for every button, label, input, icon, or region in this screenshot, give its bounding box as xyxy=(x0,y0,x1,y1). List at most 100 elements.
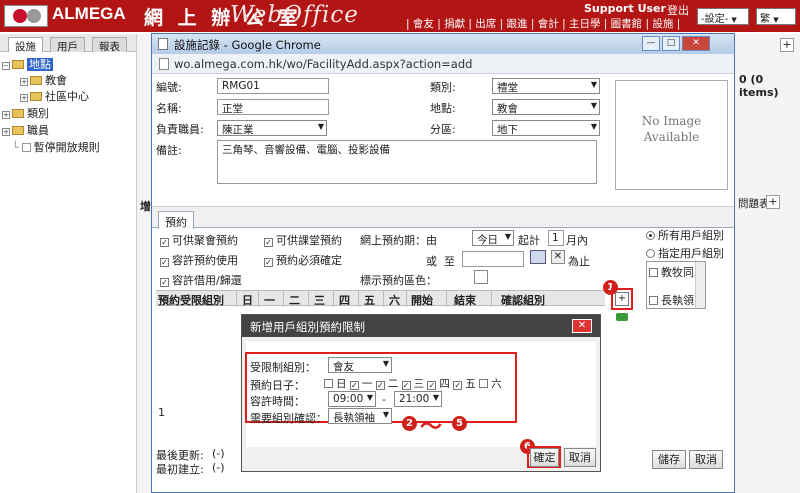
allow-use-option[interactable]: 容許預約使用 xyxy=(160,252,238,268)
day-sun[interactable]: 日 xyxy=(324,378,347,390)
close-icon[interactable]: ✕ xyxy=(682,36,710,51)
folder-icon xyxy=(30,76,42,85)
allow-borrow-option[interactable]: 容許借用/歸還 xyxy=(160,272,242,288)
group-list-scrollbar[interactable] xyxy=(695,262,705,308)
member-booking-option[interactable]: 可供聚會預約 xyxy=(160,232,238,248)
restricted-group-label: 受限制組別： xyxy=(250,361,316,374)
add-panel-button[interactable]: + xyxy=(766,195,780,209)
specified-groups-option[interactable]: 指定用戶組別 xyxy=(646,245,724,261)
period-months-field[interactable]: 1 xyxy=(548,230,564,246)
language-select[interactable]: 繁 ▼ xyxy=(756,8,796,25)
restricted-group-select[interactable]: 會友 ▼ xyxy=(328,357,392,373)
expand-icon[interactable]: + xyxy=(20,78,28,86)
member-booking-checkbox[interactable] xyxy=(160,238,169,247)
name-field[interactable]: 正堂 xyxy=(217,99,329,115)
day-thu[interactable]: 四 xyxy=(427,378,450,390)
grid-col-group: 預約受限組別 xyxy=(158,294,224,307)
group-list[interactable]: 教牧同工 長執領 xyxy=(646,261,706,309)
day-checkbox[interactable] xyxy=(401,381,411,390)
course-booking-checkbox[interactable] xyxy=(264,238,273,247)
until-date-field[interactable] xyxy=(462,251,524,267)
created-label: 最初建立: xyxy=(156,463,204,476)
folder-icon xyxy=(12,109,24,118)
green-arrow-icon[interactable] xyxy=(616,313,628,321)
settings-select[interactable]: -設定- ▼ xyxy=(697,8,749,25)
day-checkbox[interactable] xyxy=(427,381,437,390)
code-field[interactable]: RMG01 xyxy=(217,78,329,94)
dialog-title[interactable]: 新增用戶組別預約限制 xyxy=(242,315,600,337)
course-booking-option[interactable]: 可供課堂預約 xyxy=(264,232,342,248)
address-bar[interactable]: wo.almega.com.hk/wo/FacilityAdd.aspx?act… xyxy=(152,54,734,74)
add-tab-button[interactable]: + xyxy=(780,38,794,52)
chevron-down-icon: ▼ xyxy=(731,16,737,24)
expand-icon[interactable]: + xyxy=(2,111,10,119)
expand-icon[interactable]: + xyxy=(20,94,28,102)
day-checkbox[interactable] xyxy=(453,381,463,390)
clear-date-icon[interactable]: ✕ xyxy=(551,250,565,264)
allow-use-checkbox[interactable] xyxy=(160,258,169,267)
group-checkbox[interactable] xyxy=(649,268,658,277)
day-fri[interactable]: 五 xyxy=(453,378,476,390)
dialog-cancel-button[interactable]: 取消 xyxy=(564,448,596,467)
note-textarea[interactable]: 三角琴、音響設備、電腦、投影設備 xyxy=(217,140,597,184)
day-checkbox[interactable] xyxy=(349,381,359,390)
zone-select[interactable]: 地下 ▼ xyxy=(492,120,600,136)
grid-col-sat: 六 xyxy=(389,294,400,307)
grid-divider xyxy=(358,291,359,307)
day-tue[interactable]: 二 xyxy=(375,378,398,390)
tab-users[interactable]: 用戶 xyxy=(50,37,85,53)
tree-item-category[interactable]: + 類別 xyxy=(2,105,49,121)
day-mon[interactable]: 一 xyxy=(349,378,372,390)
maximize-icon[interactable]: □ xyxy=(662,36,680,51)
tree-item-staff[interactable]: + 職員 xyxy=(2,122,49,138)
url-text[interactable]: wo.almega.com.hk/wo/FacilityAdd.aspx?act… xyxy=(174,57,472,71)
day-label: 日 xyxy=(336,378,347,390)
period-from-select[interactable]: 今日 ▼ xyxy=(472,230,514,246)
color-picker-swatch[interactable] xyxy=(474,270,488,284)
tab-facility[interactable]: 設施 xyxy=(8,37,43,53)
cancel-button[interactable]: 取消 xyxy=(689,450,723,469)
main-nav-menu[interactable]: | 會友 | 捐獻 | 出席 | 跟進 | 會計 | 主日學 | 圖書館 | 設… xyxy=(406,16,680,31)
tree-item-label: 暫停開放規則 xyxy=(33,141,100,154)
collapse-icon[interactable]: − xyxy=(2,62,10,70)
time-from-select[interactable]: 09:00 ▼ xyxy=(328,391,376,407)
reserve-tab-strip: 預約 xyxy=(152,206,734,229)
specified-groups-radio[interactable] xyxy=(646,249,655,258)
tab-reserve[interactable]: 預約 xyxy=(158,211,194,229)
tree-item-community-centre[interactable]: + 社區中心 xyxy=(20,88,89,104)
calendar-icon[interactable] xyxy=(530,250,546,264)
save-button[interactable]: 儲存 xyxy=(652,450,686,469)
tab-reports[interactable]: 報表 xyxy=(92,37,127,53)
expand-icon[interactable]: + xyxy=(2,128,10,136)
allow-borrow-checkbox[interactable] xyxy=(160,278,169,287)
must-confirm-option[interactable]: 預約必須確定 xyxy=(264,252,342,268)
day-wed[interactable]: 三 xyxy=(401,378,424,390)
group-option-elders[interactable]: 長執領 xyxy=(649,292,694,308)
day-sat[interactable]: 六 xyxy=(479,378,502,390)
group-checkbox[interactable] xyxy=(649,296,658,305)
must-confirm-checkbox[interactable] xyxy=(264,258,273,267)
facility-image-placeholder[interactable]: No Image Available xyxy=(615,80,728,190)
ok-button[interactable]: 確定 xyxy=(530,448,559,467)
chevron-down-icon: ▼ xyxy=(590,101,597,110)
staff-select[interactable]: 陳正業 ▼ xyxy=(217,120,327,136)
all-groups-radio[interactable] xyxy=(646,231,655,240)
all-groups-option[interactable]: 所有用戶組別 xyxy=(646,227,724,243)
add-restriction-button[interactable]: + xyxy=(615,292,629,306)
day-checkbox[interactable] xyxy=(479,379,489,388)
confirm-group-select[interactable]: 長執領袖 ▼ xyxy=(328,408,392,424)
window-titlebar[interactable]: 設施記錄 - Google Chrome — □ ✕ xyxy=(152,34,734,54)
day-checkbox[interactable] xyxy=(375,381,385,390)
tree-item-location[interactable]: − 地點 xyxy=(2,56,53,72)
grid-col-sun: 日 xyxy=(242,294,253,307)
day-checkbox[interactable] xyxy=(324,379,333,388)
dialog-close-icon[interactable]: ✕ xyxy=(572,319,592,333)
tree-item-suspension-rules[interactable]: └ 暫停開放規則 xyxy=(12,139,100,155)
group-option-label: 長執領 xyxy=(661,294,694,307)
time-to-select[interactable]: 21:00 ▼ xyxy=(394,391,442,407)
location-select[interactable]: 教會 ▼ xyxy=(492,99,600,115)
tree-item-church[interactable]: + 教會 xyxy=(20,72,67,88)
category-select[interactable]: 禮堂 ▼ xyxy=(492,78,600,94)
minimize-icon[interactable]: — xyxy=(642,36,660,51)
code-label: 編號: xyxy=(156,81,182,94)
